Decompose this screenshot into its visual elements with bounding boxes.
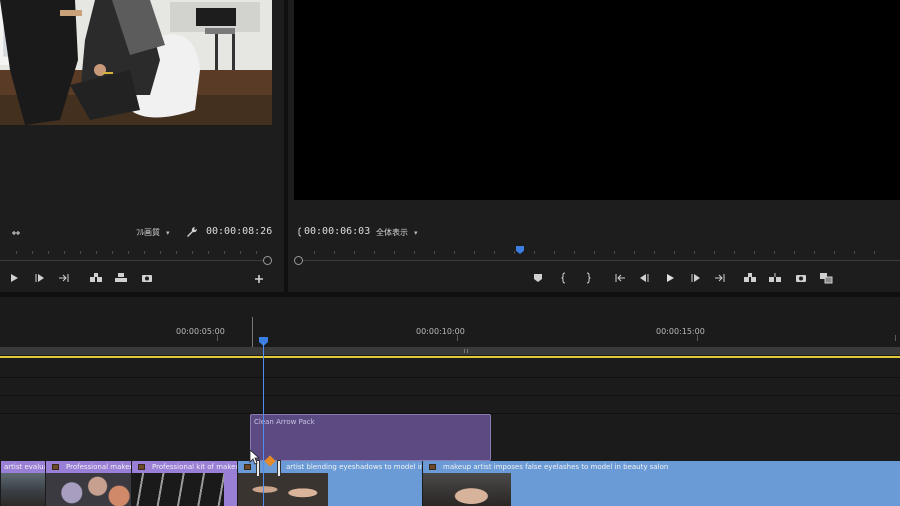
clip-thumbnails	[46, 473, 131, 506]
work-area-bar[interactable]	[0, 347, 900, 355]
source-step-forward-button[interactable]	[32, 271, 48, 285]
video-clip[interactable]: artist blending eyeshadows to model in b…	[237, 461, 422, 506]
program-lift-button[interactable]	[742, 271, 758, 285]
program-go-to-out-button[interactable]	[712, 271, 728, 285]
source-add-marker-icon[interactable]	[8, 226, 24, 240]
clip-label: artist evaluate	[4, 463, 45, 471]
source-timecode: 00:00:08:26	[206, 226, 273, 237]
clip-thumbnails	[423, 473, 900, 506]
source-play-button[interactable]	[6, 271, 22, 285]
wrench-icon[interactable]	[184, 225, 200, 239]
program-mark-in-button[interactable]	[556, 271, 572, 285]
program-go-to-in-button[interactable]	[612, 271, 628, 285]
source-go-to-out-button[interactable]	[56, 271, 72, 285]
program-compare-icon[interactable]	[818, 271, 834, 285]
clip-label: makeup artist imposes false eyelashes to…	[443, 463, 669, 471]
video-clip[interactable]: artist evaluate	[0, 461, 45, 506]
clip-label: Professional kit of makeup b	[152, 463, 237, 471]
program-monitor: 00:00:06:03 全体表示 ▾	[288, 0, 900, 292]
source-insert-button[interactable]	[88, 271, 104, 285]
source-frame-image	[0, 0, 272, 125]
video-clip[interactable]: Professional kit of makeup b	[131, 461, 237, 506]
program-scrub-bar[interactable]	[302, 260, 900, 261]
source-quality-label: ﾌﾙ画質	[136, 228, 160, 237]
work-area-range[interactable]	[0, 356, 900, 358]
source-monitor: ﾌﾙ画質 ▾ 00:00:08:26	[0, 0, 284, 292]
program-scrub-handle[interactable]	[294, 256, 303, 265]
program-mini-ruler	[294, 246, 900, 254]
source-mini-ruler	[0, 246, 272, 254]
program-fit-label: 全体表示	[376, 228, 408, 237]
source-camera-icon[interactable]	[139, 271, 155, 285]
program-step-forward-button[interactable]	[688, 271, 704, 285]
program-step-back-button[interactable]	[636, 271, 652, 285]
source-quality-select[interactable]: ﾌﾙ画質 ▾	[136, 227, 170, 238]
source-overwrite-button[interactable]	[113, 271, 129, 285]
program-marker-button[interactable]	[530, 271, 546, 285]
trim-handle-right[interactable]	[277, 460, 281, 477]
clip-label: Professional makeup	[66, 463, 131, 471]
timeline-playhead[interactable]	[263, 342, 264, 506]
video-clip[interactable]: Professional makeup	[45, 461, 131, 506]
track-divider	[0, 395, 900, 396]
program-video-frame[interactable]	[294, 0, 900, 200]
source-in-line	[252, 317, 253, 347]
source-scrub-handle[interactable]	[263, 256, 272, 265]
source-video-frame[interactable]	[0, 0, 272, 125]
track-divider	[0, 377, 900, 378]
work-area-grip[interactable]	[464, 349, 468, 353]
timeline-ruler[interactable]: 00:00:05:00 00:00:10:00 00:00:15:00	[0, 315, 900, 343]
program-play-button[interactable]	[662, 271, 678, 285]
video-clip[interactable]: makeup artist imposes false eyelashes to…	[422, 461, 900, 506]
clip-thumbnails	[238, 473, 422, 506]
program-timecode: 00:00:06:03	[304, 226, 371, 237]
clip-thumbnails	[132, 473, 237, 506]
source-add-button[interactable]	[251, 272, 267, 286]
mouse-cursor-icon	[249, 449, 261, 465]
program-mark-out-button[interactable]	[580, 271, 596, 285]
chevron-down-icon: ▾	[166, 229, 170, 237]
source-scrub-bar[interactable]	[0, 260, 264, 261]
program-extract-button[interactable]	[767, 271, 783, 285]
timeline-panel: 00:00:05:00 00:00:10:00 00:00:15:00 Clea…	[0, 297, 900, 506]
program-fit-select[interactable]: 全体表示 ▾	[376, 227, 418, 238]
clip-thumbnails	[1, 473, 45, 506]
program-camera-icon[interactable]	[793, 271, 809, 285]
graphic-clip[interactable]: Clean Arrow Pack	[250, 414, 491, 461]
chevron-down-icon: ▾	[414, 229, 418, 237]
